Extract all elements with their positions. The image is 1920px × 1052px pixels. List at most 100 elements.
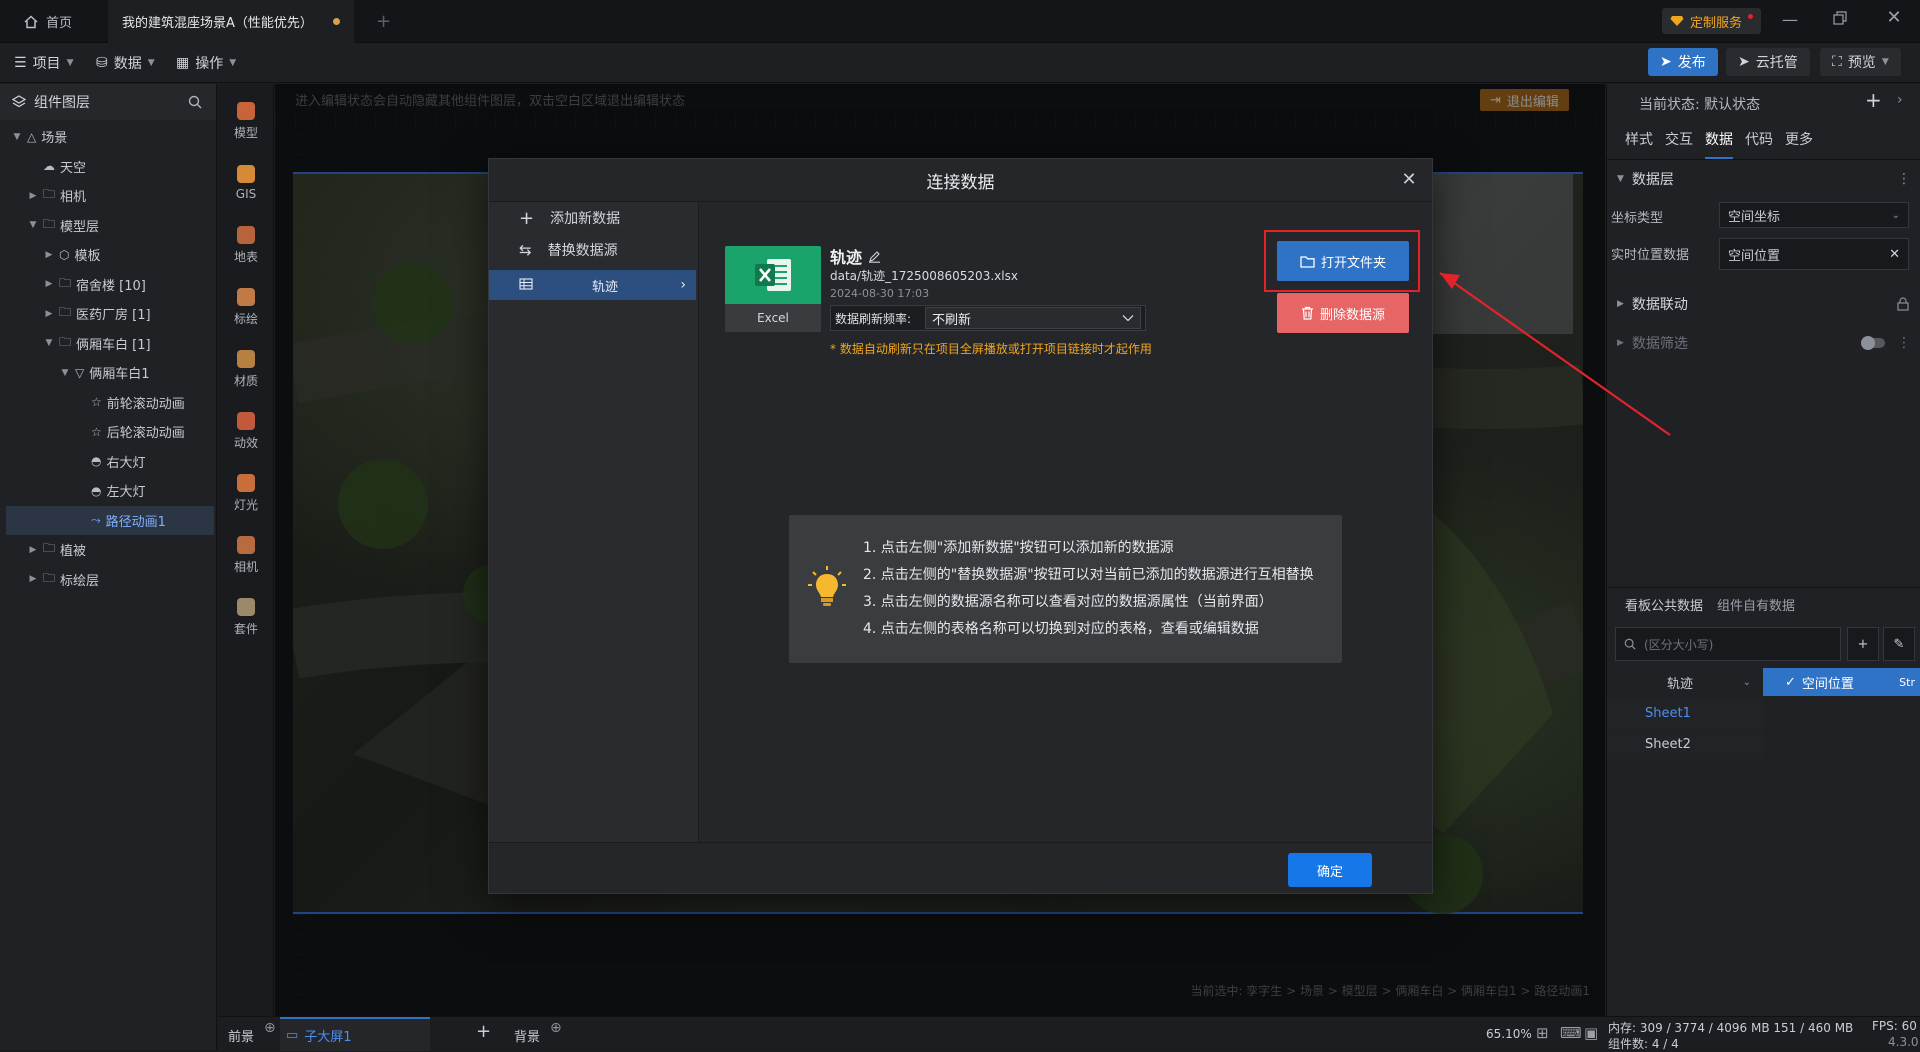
publish-button[interactable]: ➤ 发布 bbox=[1648, 48, 1718, 76]
sheet-item-selected[interactable]: Sheet1 bbox=[1607, 698, 1763, 728]
close-window-button[interactable]: ✕ bbox=[1884, 7, 1904, 28]
expand-right-icon[interactable]: ▶ bbox=[28, 574, 38, 584]
tool-model[interactable]: 模型 bbox=[218, 92, 274, 150]
foreground-tab[interactable]: 前景 bbox=[228, 1026, 254, 1045]
layer-item[interactable]: ▶ 🗀 相机 bbox=[6, 181, 214, 210]
tab-property-3[interactable]: 代码 bbox=[1745, 129, 1773, 159]
tool-marker[interactable]: 标绘 bbox=[218, 278, 274, 336]
tab-public-data[interactable]: 看板公共数据 bbox=[1625, 595, 1703, 614]
tool-effect[interactable]: 动效 bbox=[218, 402, 274, 460]
coord-type-select[interactable]: 空间坐标 ⌄ bbox=[1719, 202, 1909, 228]
expand-right-icon[interactable] bbox=[76, 486, 86, 496]
field-tag[interactable]: ✓ 空间位置 Str bbox=[1763, 668, 1920, 696]
tool-light[interactable]: 灯光 bbox=[218, 464, 274, 522]
layer-item[interactable]: ▶ 🗀 标绘层 bbox=[6, 565, 214, 594]
realtime-data-field[interactable]: 空间位置 ✕ bbox=[1719, 238, 1909, 270]
sheet-item[interactable]: Sheet2 bbox=[1607, 729, 1763, 759]
more-vertical-icon[interactable]: ⋮ bbox=[1897, 335, 1911, 351]
background-tab[interactable]: 背景 bbox=[514, 1026, 540, 1045]
tool-terrain[interactable]: 地表 bbox=[218, 216, 274, 274]
layer-item[interactable]: ▼ 🗀 俩厢车白 [1] bbox=[6, 329, 214, 358]
tab-project[interactable]: 我的建筑混座场景A（性能优先） bbox=[108, 0, 354, 43]
replace-source-button[interactable]: ⇆ 替换数据源 bbox=[489, 234, 699, 266]
tab-own-data[interactable]: 组件自有数据 bbox=[1717, 595, 1795, 614]
tool-kit[interactable]: 套件 bbox=[218, 588, 274, 646]
lock-icon[interactable] bbox=[1897, 297, 1909, 311]
edit-field-button[interactable]: ✎ bbox=[1883, 627, 1915, 661]
menu-data[interactable]: ⛁ 数据 ▼ bbox=[96, 43, 155, 83]
tab-property-1[interactable]: 交互 bbox=[1665, 129, 1693, 159]
chevron-right-icon[interactable]: › bbox=[1897, 92, 1903, 108]
new-tab-button[interactable]: + bbox=[362, 0, 405, 43]
preview-button[interactable]: ⛶ 预览 ▼ bbox=[1820, 48, 1901, 76]
expand-down-icon[interactable]: ▼ bbox=[12, 132, 22, 142]
layer-item[interactable]: ⤳ 路径动画1 bbox=[6, 505, 214, 535]
close-icon[interactable]: ✕ bbox=[1400, 171, 1418, 189]
layer-item[interactable]: ▶ ⬡ 模板 bbox=[6, 240, 214, 269]
tab-home[interactable]: 首页 bbox=[10, 0, 86, 43]
layer-item[interactable]: ☆ 后轮滚动动画 bbox=[6, 417, 214, 446]
layer-item[interactable]: ▼ △ 场景 bbox=[6, 122, 214, 151]
tab-property-2[interactable]: 数据 bbox=[1705, 129, 1733, 159]
expand-right-icon[interactable] bbox=[76, 427, 86, 437]
section-data-link[interactable]: ▶ 数据联动 bbox=[1607, 289, 1920, 319]
layer-item[interactable]: ☁ 天空 bbox=[6, 152, 214, 181]
expand-right-icon[interactable] bbox=[76, 515, 86, 525]
expand-right-icon[interactable] bbox=[76, 397, 86, 407]
menu-operate[interactable]: ▦ 操作 ▼ bbox=[176, 43, 236, 83]
sub-screen-tab[interactable]: ▭ 子大屏1 bbox=[280, 1017, 430, 1051]
layer-item[interactable]: ☆ 前轮滚动动画 bbox=[6, 388, 214, 417]
custom-service-button[interactable]: 定制服务 bbox=[1662, 8, 1762, 34]
refresh-frequency-select[interactable]: 不刷新 bbox=[925, 307, 1141, 329]
edit-pencil-icon[interactable] bbox=[868, 250, 881, 263]
restore-button[interactable] bbox=[1832, 10, 1852, 30]
expand-right-icon[interactable]: ▶ bbox=[28, 545, 38, 555]
add-foreground-icon[interactable]: ⊕ bbox=[264, 1020, 276, 1036]
keyboard-icon[interactable]: ⌨ bbox=[1560, 1024, 1582, 1042]
expand-right-icon[interactable]: ▶ bbox=[44, 279, 54, 289]
fit-screen-icon[interactable]: ⊞ bbox=[1536, 1024, 1549, 1042]
menu-project[interactable]: ☰ 项目 ▼ bbox=[14, 43, 73, 83]
clear-icon[interactable]: ✕ bbox=[1889, 247, 1900, 262]
expand-down-icon[interactable]: ▼ bbox=[44, 338, 54, 348]
add-screen-button[interactable]: + bbox=[476, 1021, 491, 1042]
tool-material[interactable]: 材质 bbox=[218, 340, 274, 398]
layer-item[interactable]: ◓ 右大灯 bbox=[6, 447, 214, 476]
expand-right-icon[interactable]: ▶ bbox=[28, 191, 38, 201]
section-data-filter[interactable]: ▶ 数据筛选 ⋮ bbox=[1607, 328, 1920, 358]
terminal-icon[interactable]: ▣ bbox=[1584, 1024, 1598, 1042]
data-source-item[interactable]: 轨迹 › bbox=[489, 270, 696, 300]
add-data-button[interactable]: + 添加新数据 bbox=[489, 202, 699, 234]
minimize-button[interactable]: — bbox=[1780, 10, 1800, 30]
layer-item[interactable]: ▼ 🗀 模型层 bbox=[6, 211, 214, 240]
add-background-icon[interactable]: ⊕ bbox=[550, 1020, 562, 1036]
tool-camera[interactable]: 相机 bbox=[218, 526, 274, 584]
tool-gis[interactable]: GIS bbox=[218, 154, 274, 212]
toggle-switch[interactable] bbox=[1861, 336, 1885, 350]
source-select[interactable]: 轨迹 ⌄ bbox=[1607, 668, 1763, 696]
layer-item[interactable]: ▶ 🗀 植被 bbox=[6, 535, 214, 564]
add-state-button[interactable]: + bbox=[1865, 88, 1882, 112]
delete-source-button[interactable]: 删除数据源 bbox=[1277, 293, 1409, 333]
expand-right-icon[interactable] bbox=[28, 161, 38, 171]
expand-right-icon[interactable]: ▶ bbox=[44, 250, 54, 260]
tab-property-0[interactable]: 样式 bbox=[1625, 129, 1653, 159]
search-icon[interactable] bbox=[188, 95, 202, 109]
add-field-button[interactable]: + bbox=[1847, 627, 1879, 661]
expand-right-icon[interactable]: ▶ bbox=[44, 309, 54, 319]
zoom-level[interactable]: 65.10% bbox=[1486, 1027, 1532, 1041]
expand-right-icon[interactable] bbox=[76, 456, 86, 466]
layer-item[interactable]: ▼ ▽ 俩厢车白1 bbox=[6, 358, 214, 387]
layer-item[interactable]: ▶ 🗀 医药厂房 [1] bbox=[6, 299, 214, 328]
expand-down-icon[interactable]: ▼ bbox=[28, 220, 38, 230]
layer-item[interactable]: ▶ 🗀 宿舍楼 [10] bbox=[6, 270, 214, 299]
layer-item[interactable]: ◓ 左大灯 bbox=[6, 476, 214, 505]
field-search-input[interactable]: (区分大小写) bbox=[1615, 627, 1841, 661]
more-vertical-icon[interactable]: ⋮ bbox=[1897, 171, 1911, 187]
expand-down-icon[interactable]: ▼ bbox=[60, 368, 70, 378]
section-data-layer[interactable]: ▼ 数据层 ⋮ bbox=[1607, 164, 1920, 194]
confirm-button[interactable]: 确定 bbox=[1288, 853, 1372, 887]
open-folder-button[interactable]: 打开文件夹 bbox=[1277, 241, 1409, 281]
tab-property-4[interactable]: 更多 bbox=[1785, 129, 1813, 159]
cloud-button[interactable]: ➤ 云托管 bbox=[1726, 48, 1810, 76]
